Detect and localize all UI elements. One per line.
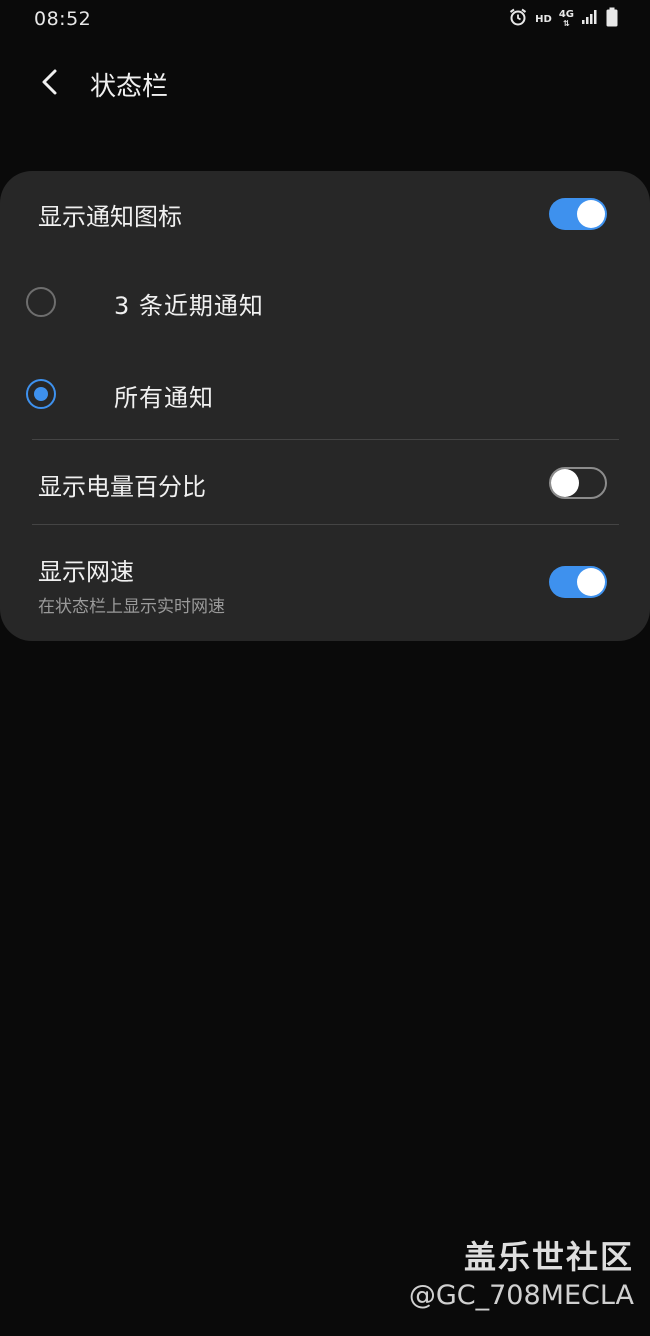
show-notification-icons-row[interactable]: 显示通知图标	[0, 171, 650, 259]
chevron-left-icon	[39, 68, 61, 100]
watermark-username: @GC_708MECLA	[408, 1280, 634, 1311]
toggle-knob	[577, 568, 605, 596]
toggle-knob	[577, 200, 605, 228]
toggle-knob	[551, 469, 579, 497]
watermark-community-name: 盖乐世社区	[463, 1238, 634, 1276]
page-header: 状态栏	[0, 52, 650, 114]
show-notification-icons-toggle[interactable]	[549, 198, 607, 230]
show-battery-percentage-label: 显示电量百分比	[38, 473, 206, 501]
show-notification-icons-label: 显示通知图标	[38, 203, 182, 231]
status-icons: HD 4G ⇅	[508, 7, 618, 31]
page-title: 状态栏	[90, 72, 169, 102]
radio-recent-notifications-label: 3 条近期通知	[114, 292, 264, 320]
show-battery-percentage-toggle[interactable]	[549, 467, 607, 499]
show-network-speed-toggle[interactable]	[549, 566, 607, 598]
show-network-speed-row[interactable]: 显示网速 在状态栏上显示实时网速	[0, 525, 650, 641]
status-time: 08:52	[34, 8, 92, 30]
show-network-speed-label: 显示网速	[38, 558, 134, 586]
radio-option-all-notifications[interactable]: 所有通知	[0, 351, 650, 439]
back-button[interactable]	[30, 64, 70, 104]
radio-recent-notifications[interactable]	[26, 287, 56, 317]
show-network-speed-description: 在状态栏上显示实时网速	[38, 597, 225, 617]
show-battery-percentage-row[interactable]: 显示电量百分比	[0, 440, 650, 524]
radio-all-notifications-label: 所有通知	[114, 384, 214, 412]
signal-icon	[581, 9, 599, 29]
4g-data-icon: 4G ⇅	[559, 10, 574, 29]
system-status-bar: 08:52 HD 4G ⇅	[0, 0, 650, 40]
hd-voice-icon: HD	[535, 13, 552, 25]
settings-card: 显示通知图标 3 条近期通知 所有通知 显示电量百分比 显示网速 在状态栏上显示…	[0, 171, 650, 641]
radio-all-notifications[interactable]	[26, 379, 56, 409]
alarm-icon	[508, 7, 528, 31]
radio-option-recent-notifications[interactable]: 3 条近期通知	[0, 259, 650, 351]
status-bar-settings-screen: 08:52 HD 4G ⇅ 状态栏 显示通知图标 3 条近期通知 所有通知 显示…	[0, 0, 650, 1336]
battery-icon	[606, 7, 618, 31]
data-arrows-icon: ⇅	[563, 19, 570, 28]
